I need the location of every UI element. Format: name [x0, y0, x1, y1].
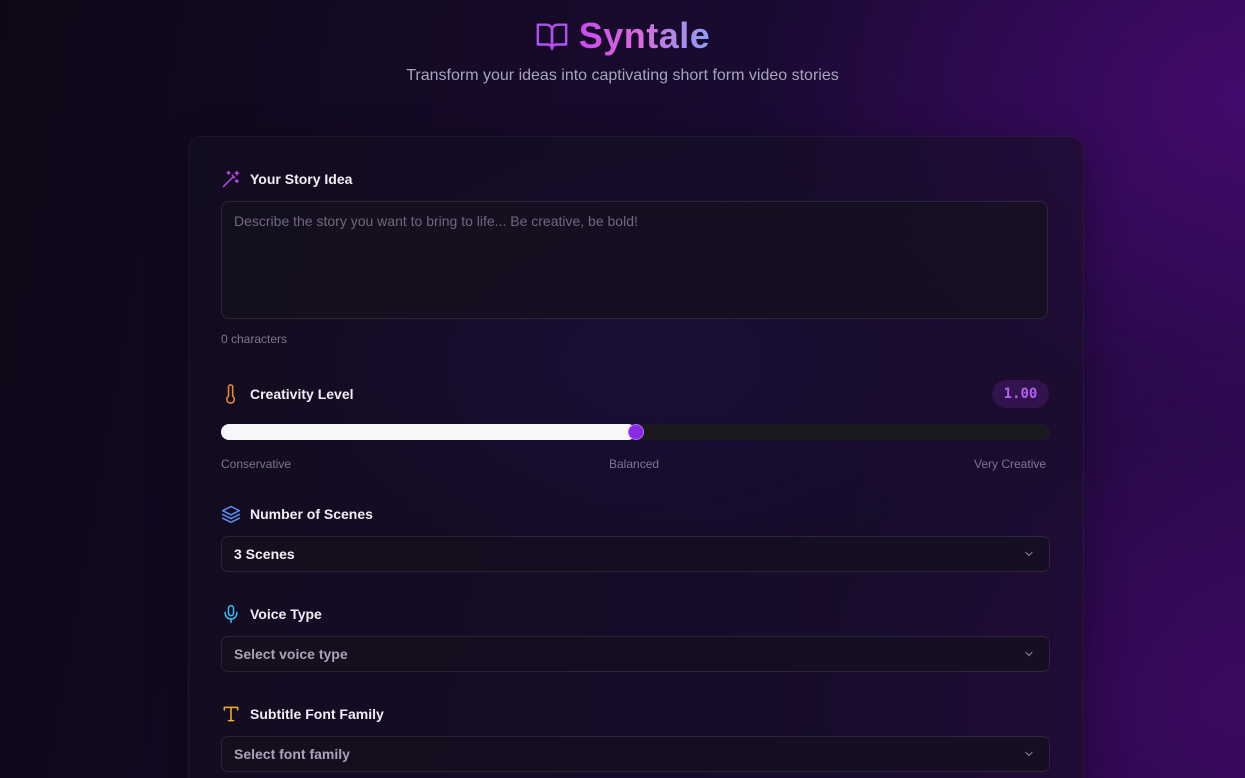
character-count: 0 characters — [221, 332, 288, 346]
creativity-slider-thumb[interactable] — [628, 424, 644, 440]
tagline: Transform your ideas into captivating sh… — [406, 67, 839, 84]
brand: Syntale — [0, 14, 1245, 58]
magic-wand-icon — [221, 169, 241, 189]
number-of-scenes-label: Number of Scenes — [221, 504, 373, 524]
voice-type-placeholder: Select voice type — [234, 646, 348, 662]
number-of-scenes-label-text: Number of Scenes — [250, 506, 373, 522]
subtitle-font-family-label-text: Subtitle Font Family — [250, 706, 384, 722]
creativity-level-label: Creativity Level — [221, 384, 354, 404]
chevron-down-icon — [1023, 748, 1035, 760]
voice-type-label: Voice Type — [221, 604, 322, 624]
thermometer-icon — [221, 384, 241, 404]
app-title: Syntale — [578, 15, 711, 56]
creativity-slider-fill — [221, 424, 636, 440]
subtitle-font-family-label: Subtitle Font Family — [221, 704, 384, 724]
creativity-value-badge: 1.00 — [992, 380, 1049, 408]
layers-icon — [221, 504, 241, 524]
story-idea-label: Your Story Idea — [221, 169, 352, 189]
font-family-select[interactable]: Select font family — [221, 736, 1050, 772]
scale-label-conservative: Conservative — [221, 457, 292, 471]
type-icon — [221, 704, 241, 724]
book-open-icon — [535, 19, 569, 53]
voice-type-label-text: Voice Type — [250, 606, 322, 622]
scale-label-very-creative: Very Creative — [974, 457, 1047, 471]
creativity-level-label-text: Creativity Level — [250, 386, 354, 402]
scenes-select[interactable]: 3 Scenes — [221, 536, 1050, 572]
story-idea-input[interactable] — [221, 201, 1048, 319]
font-family-placeholder: Select font family — [234, 746, 350, 762]
scenes-selected-value: 3 Scenes — [234, 546, 295, 562]
voice-type-select[interactable]: Select voice type — [221, 636, 1050, 672]
microphone-icon — [221, 604, 241, 624]
chevron-down-icon — [1023, 648, 1035, 660]
scale-label-balanced: Balanced — [609, 457, 660, 471]
chevron-down-icon — [1023, 548, 1035, 560]
creativity-slider[interactable] — [221, 424, 1050, 440]
story-idea-label-text: Your Story Idea — [250, 171, 353, 187]
